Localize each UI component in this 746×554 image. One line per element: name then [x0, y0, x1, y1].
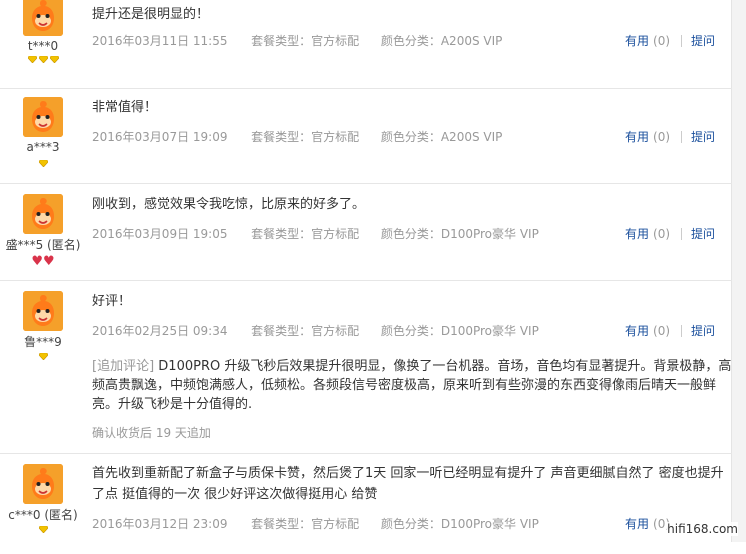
review-item: 盛***5 (匿名) ♥♥ 刚收到，感觉效果令我吃惊，比原来的好多了。 2016…: [0, 184, 732, 281]
useful-button[interactable]: 有用: [625, 130, 649, 144]
avatar[interactable]: [23, 97, 63, 137]
reviewer-info: c***0 (匿名): [0, 454, 86, 554]
review-text: 首先收到重新配了新盒子与质保卡赞，然后煲了1天 回家一听已经明显有提升了 声音更…: [92, 466, 724, 502]
ask-button[interactable]: 提问: [691, 227, 715, 241]
package-label: 套餐类型：: [251, 517, 312, 531]
package-value: 官方标配: [311, 34, 360, 48]
useful-count: (0): [653, 324, 671, 338]
review-meta: 2016年03月09日 19:05 套餐类型：官方标配 颜色分类：D100Pro…: [92, 225, 539, 242]
package-label: 套餐类型：: [251, 227, 312, 241]
ask-button[interactable]: 提问: [691, 324, 715, 338]
review-actions: 有用 (0): [625, 515, 670, 532]
reviewer-info: 盛***5 (匿名) ♥♥: [0, 184, 86, 280]
reviewer-name: 盛***5 (匿名): [5, 238, 81, 252]
divider: [681, 35, 683, 47]
gold-diamond-icon: [38, 525, 48, 534]
reviewer-level-badges: [0, 352, 86, 363]
package-label: 套餐类型：: [251, 324, 312, 338]
review-text: 好评！: [92, 294, 132, 309]
color-label: 颜色分类：: [380, 517, 441, 531]
appended-review: [追加评论] D100PRO 升级飞秒后效果提升很明显，像换了一台机器。音场，音…: [92, 357, 732, 441]
gold-diamond-icon: [38, 352, 48, 361]
append-text: D100PRO 升级飞秒后效果提升很明显，像换了一台机器。音场，音色均有显著提升…: [92, 359, 732, 412]
reviewer-info: a***3: [0, 89, 86, 183]
review-date: 2016年03月07日 19:09: [92, 130, 228, 144]
divider: [681, 131, 683, 143]
review-text: 提升还是很明显的！: [92, 7, 210, 22]
scrollbar[interactable]: [731, 0, 746, 542]
review-text: 非常值得！: [92, 100, 158, 115]
reviewer-info: 鲁***9: [0, 281, 86, 453]
gold-diamond-icon: [27, 55, 37, 64]
color-value: D100Pro豪华 VIP: [440, 324, 539, 338]
append-label: [追加评论]: [92, 359, 155, 374]
ask-button[interactable]: 提问: [691, 34, 715, 48]
useful-button[interactable]: 有用: [625, 227, 649, 241]
review-actions: 有用 (0) 提问: [625, 32, 715, 49]
append-footnote: 确认收货后 19 天追加: [92, 426, 211, 440]
review-meta: 2016年03月11日 11:55 套餐类型：官方标配 颜色分类：A200S V…: [92, 32, 502, 49]
color-label: 颜色分类：: [380, 130, 441, 144]
site-watermark: hifi168.com: [667, 522, 738, 536]
reviewer-name: 鲁***9: [24, 335, 62, 349]
avatar[interactable]: [23, 291, 63, 331]
avatar[interactable]: [23, 464, 63, 504]
package-value: 官方标配: [311, 517, 360, 531]
review-item: c***0 (匿名) 首先收到重新配了新盒子与质保卡赞，然后煲了1天 回家一听已…: [0, 454, 732, 554]
review-date: 2016年02月25日 09:34: [92, 324, 228, 338]
review-item: 鲁***9 好评！ 2016年02月25日 09:34 套餐类型：官方标配 颜色…: [0, 281, 732, 454]
review-text: 刚收到，感觉效果令我吃惊，比原来的好多了。: [92, 197, 366, 212]
gold-diamond-icon: [38, 159, 48, 168]
useful-button[interactable]: 有用: [625, 324, 649, 338]
color-value: D100Pro豪华 VIP: [440, 227, 539, 241]
divider: [681, 325, 683, 337]
useful-button[interactable]: 有用: [625, 517, 649, 531]
useful-count: (0): [653, 227, 671, 241]
useful-count: (0): [653, 34, 671, 48]
review-item: a***3 非常值得！ 2016年03月07日 19:09 套餐类型：官方标配 …: [0, 89, 732, 184]
review-item: t***0 提升还是很明显的！ 2016年03月11日 11:55 套餐类型：官…: [0, 0, 732, 89]
color-value: D100Pro豪华 VIP: [440, 517, 539, 531]
review-meta: 2016年03月12日 23:09 套餐类型：官方标配 颜色分类：D100Pro…: [92, 515, 539, 532]
color-label: 颜色分类：: [380, 324, 441, 338]
review-meta: 2016年03月07日 19:09 套餐类型：官方标配 颜色分类：A200S V…: [92, 128, 502, 145]
useful-button[interactable]: 有用: [625, 34, 649, 48]
review-actions: 有用 (0) 提问: [625, 128, 715, 145]
gold-diamond-icon: [38, 55, 48, 64]
reviewer-name: a***3: [26, 140, 60, 154]
reviewer-name: t***0: [27, 39, 59, 53]
package-label: 套餐类型：: [251, 130, 312, 144]
divider: [681, 228, 683, 240]
color-label: 颜色分类：: [380, 227, 441, 241]
color-value: A200S VIP: [440, 34, 503, 48]
review-actions: 有用 (0) 提问: [625, 225, 715, 242]
review-date: 2016年03月11日 11:55: [92, 34, 228, 48]
review-meta: 2016年02月25日 09:34 套餐类型：官方标配 颜色分类：D100Pro…: [92, 322, 539, 339]
reviewer-info: t***0: [0, 0, 86, 88]
color-value: A200S VIP: [440, 130, 503, 144]
ask-button[interactable]: 提问: [691, 130, 715, 144]
reviewer-level-badges: [0, 55, 86, 66]
avatar[interactable]: [23, 0, 63, 36]
review-date: 2016年03月09日 19:05: [92, 227, 228, 241]
package-label: 套餐类型：: [251, 34, 312, 48]
red-heart-icon: ♥: [31, 254, 43, 269]
useful-count: (0): [653, 130, 671, 144]
gold-diamond-icon: [49, 55, 59, 64]
package-value: 官方标配: [311, 130, 360, 144]
package-value: 官方标配: [311, 324, 360, 338]
review-actions: 有用 (0) 提问: [625, 322, 715, 339]
reviewer-level-badges: [0, 159, 86, 170]
package-value: 官方标配: [311, 227, 360, 241]
avatar[interactable]: [23, 194, 63, 234]
reviewer-name: c***0 (匿名): [8, 508, 78, 522]
reviewer-level-badges: ♥♥: [0, 254, 86, 269]
review-date: 2016年03月12日 23:09: [92, 517, 228, 531]
red-heart-icon: ♥: [43, 254, 55, 269]
reviewer-level-badges: [0, 525, 86, 536]
color-label: 颜色分类：: [380, 34, 441, 48]
